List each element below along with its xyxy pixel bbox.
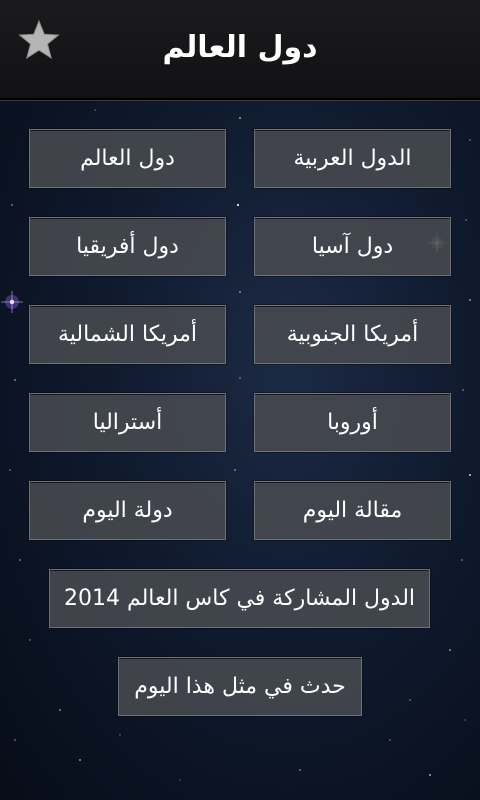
country-of-day-button[interactable]: دولة اليوم bbox=[29, 481, 226, 540]
australia-button[interactable]: أستراليا bbox=[29, 393, 226, 452]
on-this-day-button[interactable]: حدث في مثل هذا اليوم bbox=[118, 657, 362, 716]
world-cup-2014-button[interactable]: الدول المشاركة في كاس العالم 2014 bbox=[49, 569, 430, 628]
app-header: دول العالم bbox=[0, 0, 480, 100]
page-title: دول العالم bbox=[162, 30, 318, 65]
article-of-day-button[interactable]: مقالة اليوم bbox=[254, 481, 451, 540]
asia-countries-button[interactable]: دول آسيا bbox=[254, 217, 451, 276]
north-america-button[interactable]: أمريكا الشمالية bbox=[29, 305, 226, 364]
africa-countries-button[interactable]: دول أفريقيا bbox=[29, 217, 226, 276]
south-america-button[interactable]: أمريكا الجنوبية bbox=[254, 305, 451, 364]
arab-countries-button[interactable]: الدول العربية bbox=[254, 129, 451, 188]
europe-button[interactable]: أوروبا bbox=[254, 393, 451, 452]
world-countries-button[interactable]: دول العالم bbox=[29, 129, 226, 188]
